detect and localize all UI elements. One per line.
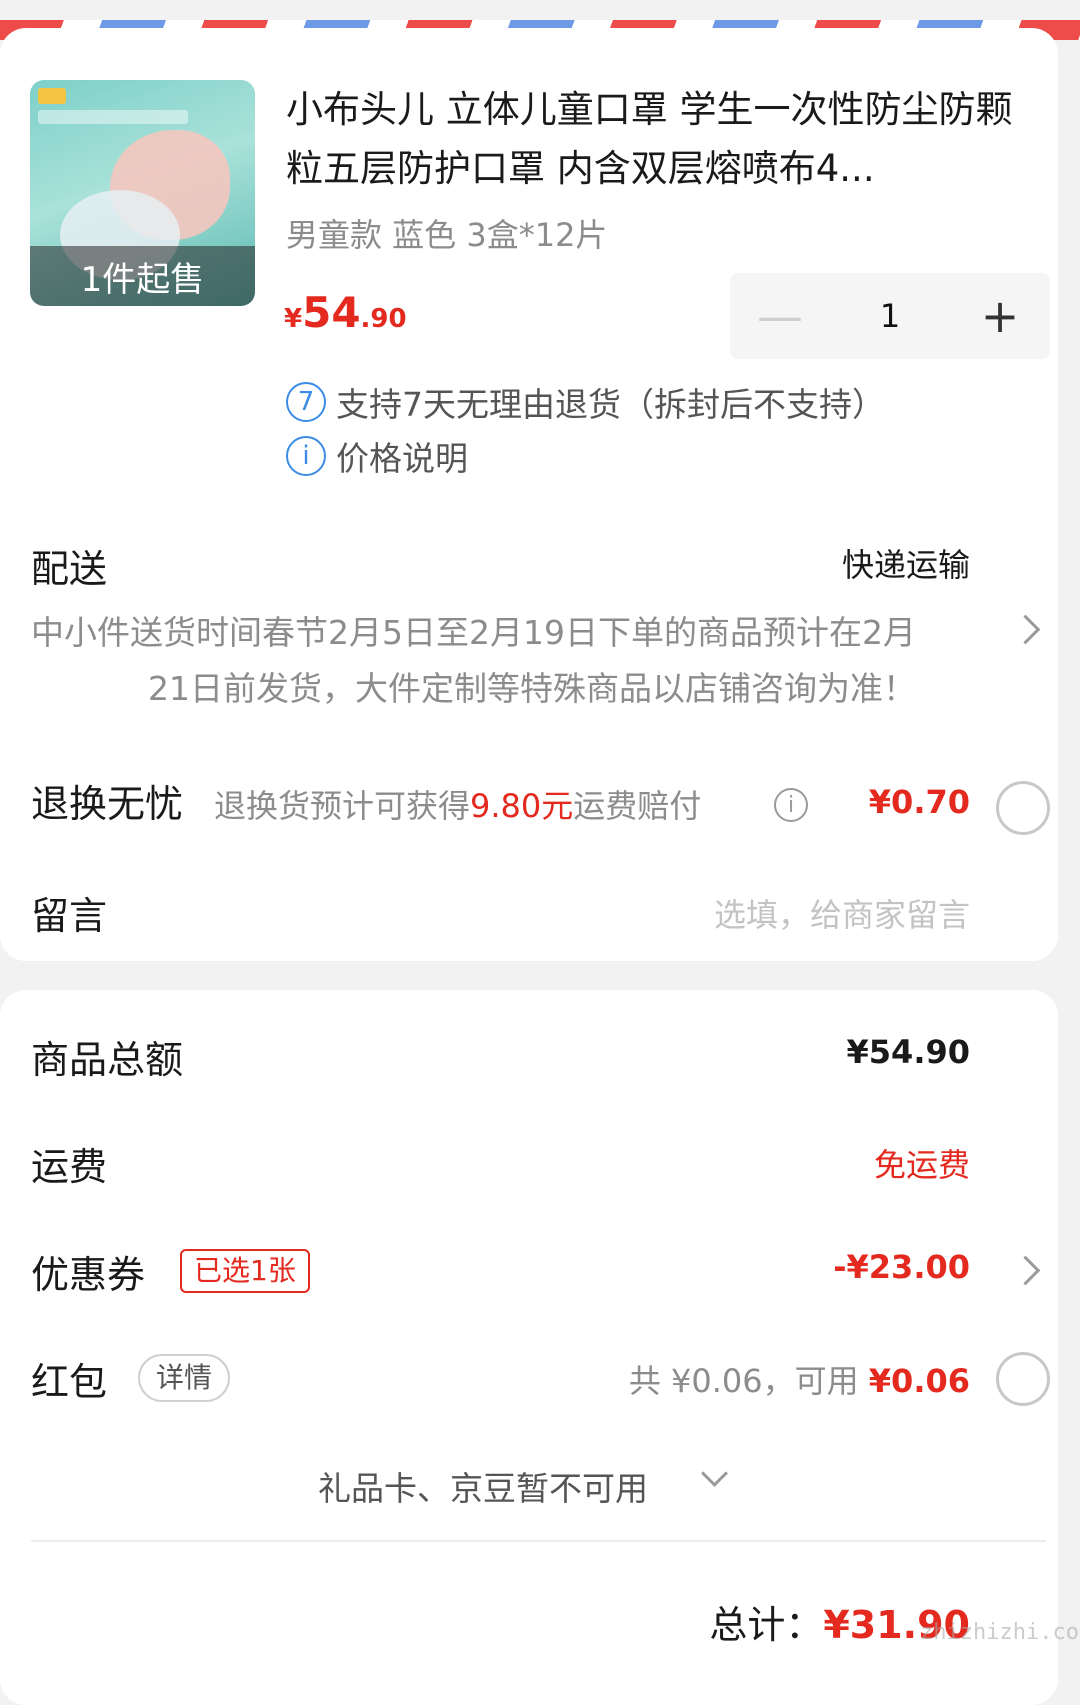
service-text: 价格说明 xyxy=(336,439,468,478)
chevron-right-icon[interactable] xyxy=(1010,614,1041,645)
package-text-decoration xyxy=(38,110,188,124)
seven-day-icon: 7 xyxy=(286,382,326,422)
return-service-radio[interactable] xyxy=(996,781,1050,835)
price-currency: ¥ xyxy=(284,304,303,334)
coupon-label: 优惠券 xyxy=(31,1253,146,1297)
decrease-button[interactable]: — xyxy=(730,273,830,359)
coupon-selected-tag: 已选1张 xyxy=(180,1249,310,1293)
product-price: ¥54.90 xyxy=(284,288,407,337)
price-summary-card: 商品总额 ¥54.90 运费 免运费 优惠券 已选1张 -¥23.00 红包 详… xyxy=(0,990,1058,1705)
delivery-note-line2: 21日前发货，大件定制等特殊商品以店铺咨询为准！ xyxy=(148,669,916,708)
return-service-price: ¥0.70 xyxy=(868,783,970,821)
goods-total-value: ¥54.90 xyxy=(846,1033,970,1071)
giftcard-unavailable-toggle[interactable]: 礼品卡、京豆暂不可用 xyxy=(318,1462,648,1510)
goods-total-label: 商品总额 xyxy=(31,1038,184,1082)
info-icon: i xyxy=(286,436,326,476)
redpacket-radio[interactable] xyxy=(996,1352,1050,1406)
return-desc-amount: 9.80元 xyxy=(470,787,574,825)
return-desc-suffix: 运费赔付 xyxy=(573,787,702,825)
watermark: zhizhizhi.com xyxy=(920,1620,1080,1645)
order-item-card: 1件起售 小布头儿 立体儿童口罩 学生一次性防尘防颗粒五层防护口罩 内含双层熔喷… xyxy=(0,28,1058,961)
info-icon[interactable]: i xyxy=(774,788,808,822)
product-spec[interactable]: 男童款 蓝色 3盒*12片 xyxy=(286,210,607,256)
min-order-badge: 1件起售 xyxy=(30,246,255,306)
brand-logo xyxy=(38,88,66,104)
redpacket-total-text: 共 ¥0.06，可用 xyxy=(628,1362,869,1400)
return-desc-prefix: 退换货预计可获得 xyxy=(214,787,471,825)
message-input[interactable]: 选填，给商家留言 xyxy=(714,890,970,936)
delivery-note[interactable]: 中小件送货时间春节2月5日至2月19日下单的商品预计在2月 21日前发货，大件定… xyxy=(31,605,991,717)
return-service-desc: 退换货预计可获得9.80元运费赔付 xyxy=(214,781,701,827)
delivery-method[interactable]: 快递运输 xyxy=(842,540,970,586)
chevron-down-icon[interactable] xyxy=(701,1460,728,1487)
product-thumbnail[interactable]: 1件起售 xyxy=(30,80,255,306)
delivery-label: 配送 xyxy=(31,547,108,591)
shipping-value: 免运费 xyxy=(873,1146,970,1184)
increase-button[interactable]: + xyxy=(950,273,1050,359)
price-decimal: .90 xyxy=(360,304,407,334)
return-service-label: 退换无忧 xyxy=(31,782,184,826)
service-price-info[interactable]: i 价格说明 xyxy=(286,432,468,480)
chevron-right-icon[interactable] xyxy=(1010,1255,1041,1286)
service-return-policy[interactable]: 7 支持7天无理由退货（拆封后不支持） xyxy=(286,378,885,426)
quantity-stepper: — 1 + xyxy=(730,273,1050,359)
total-label: 总计： xyxy=(709,1603,824,1647)
redpacket-available: ¥0.06 xyxy=(868,1362,970,1400)
price-integer: 54 xyxy=(302,288,361,337)
redpacket-label: 红包 xyxy=(31,1360,108,1404)
coupon-value[interactable]: -¥23.00 xyxy=(833,1248,970,1286)
service-text: 支持7天无理由退货（拆封后不支持） xyxy=(336,385,885,424)
delivery-note-line1: 中小件送货时间春节2月5日至2月19日下单的商品预计在2月 xyxy=(31,613,916,652)
giftcard-text: 礼品卡、京豆暂不可用 xyxy=(318,1469,648,1508)
redpacket-info: 共 ¥0.06，可用 ¥0.06 xyxy=(629,1356,970,1402)
shipping-label: 运费 xyxy=(31,1145,108,1189)
divider xyxy=(31,1540,1046,1542)
product-title[interactable]: 小布头儿 立体儿童口罩 学生一次性防尘防颗粒五层防护口罩 内含双层熔喷布4... xyxy=(286,80,1031,198)
redpacket-detail-button[interactable]: 详情 xyxy=(138,1354,231,1402)
message-label: 留言 xyxy=(31,894,108,938)
quantity-value[interactable]: 1 xyxy=(830,297,950,335)
